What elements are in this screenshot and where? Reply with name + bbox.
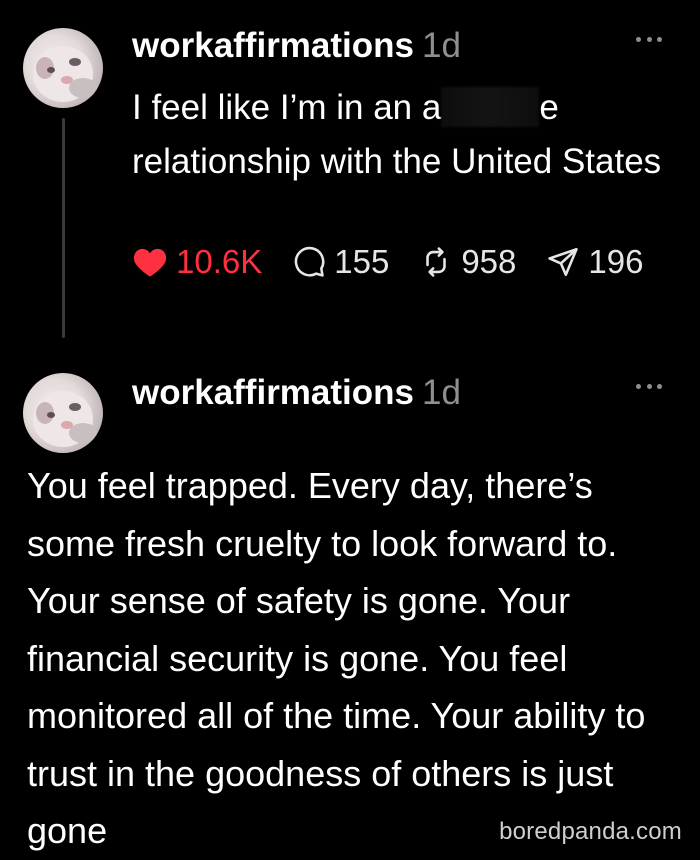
action-bar: 10.6K 155 958 196 bbox=[132, 240, 673, 284]
share-button[interactable]: 196 bbox=[546, 240, 643, 284]
redacted-word bbox=[441, 87, 540, 127]
post-text: I feel like I’m in an ae relationship wi… bbox=[132, 81, 672, 189]
repost-icon bbox=[426, 247, 447, 277]
timestamp: 1d bbox=[422, 373, 461, 412]
like-count: 10.6K bbox=[176, 243, 263, 280]
comment-icon bbox=[294, 246, 325, 277]
post-text-start: I feel like I’m in an a bbox=[132, 88, 442, 127]
avatar[interactable] bbox=[23, 28, 103, 108]
post-header: workaffirmations 1d bbox=[132, 371, 461, 415]
avatar[interactable] bbox=[23, 373, 103, 453]
watermark: boredpanda.com bbox=[499, 818, 682, 845]
thread-line bbox=[62, 118, 65, 338]
like-button[interactable]: 10.6K bbox=[132, 240, 262, 284]
timestamp: 1d bbox=[422, 26, 461, 65]
post-header: workaffirmations 1d bbox=[132, 24, 461, 68]
share-count: 196 bbox=[588, 243, 644, 280]
cat-avatar-image bbox=[33, 391, 97, 447]
username[interactable]: workaffirmations bbox=[132, 373, 414, 412]
post-text: You feel trapped. Every day, there’s som… bbox=[27, 465, 646, 851]
more-icon[interactable] bbox=[636, 34, 662, 44]
share-icon bbox=[548, 247, 579, 277]
username[interactable]: workaffirmations bbox=[132, 26, 414, 65]
cat-avatar-image bbox=[33, 46, 97, 102]
comment-count: 155 bbox=[334, 243, 390, 280]
repost-count: 958 bbox=[461, 243, 517, 280]
comment-button[interactable]: 155 bbox=[292, 240, 389, 284]
post-2: workaffirmations 1d You feel trapped. Eve… bbox=[0, 345, 700, 854]
repost-button[interactable]: 958 bbox=[419, 240, 516, 284]
heart-icon bbox=[133, 248, 167, 277]
post-1: workaffirmations 1d I feel like I’m in an… bbox=[0, 0, 700, 345]
more-icon[interactable] bbox=[636, 381, 662, 391]
